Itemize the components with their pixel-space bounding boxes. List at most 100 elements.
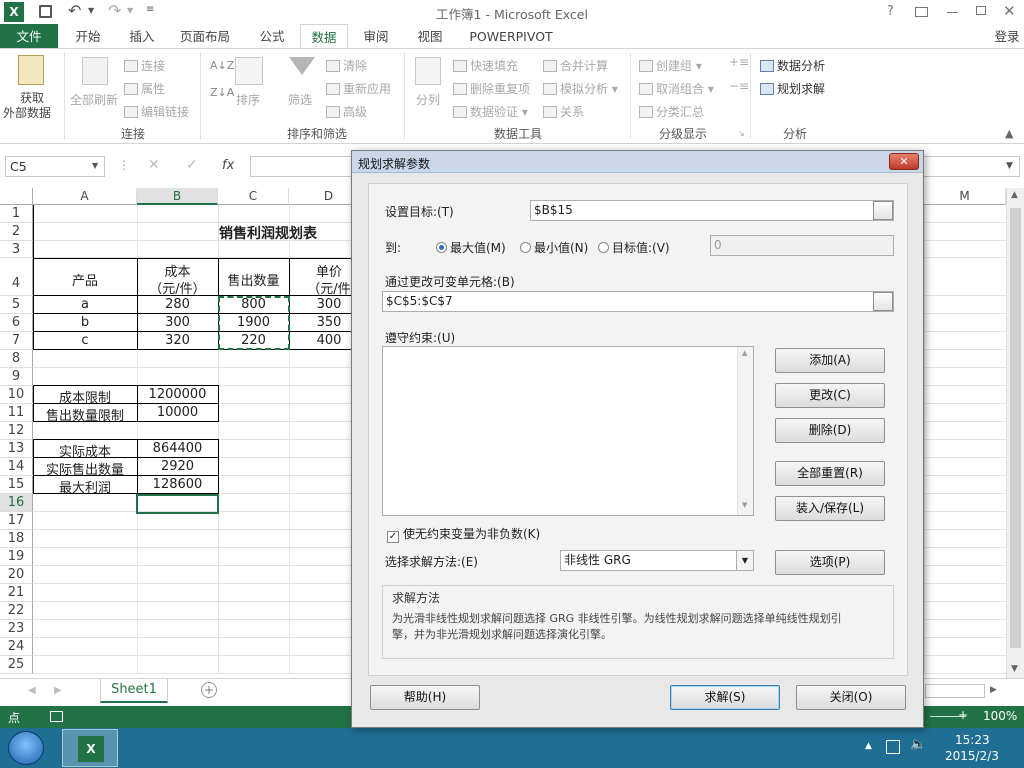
properties-button[interactable]: 属性 <box>124 80 165 97</box>
column-header-b[interactable]: B <box>137 188 218 205</box>
row-header-4[interactable]: 4 <box>0 258 33 296</box>
row-header-20[interactable]: 20 <box>0 566 33 584</box>
collapse-ribbon-icon[interactable]: ▲ <box>1005 127 1013 140</box>
selected-cell-b16[interactable] <box>136 494 219 514</box>
tab-view[interactable]: 视图 <box>408 24 452 49</box>
reset-all-button[interactable]: 全部重置(R) <box>775 461 885 486</box>
hscroll-right-icon[interactable]: ▶ <box>990 685 997 695</box>
row-header-19[interactable]: 19 <box>0 548 33 566</box>
refresh-all-button[interactable]: 全部刷新 <box>70 91 118 108</box>
sort-button[interactable]: 排序 <box>236 91 260 108</box>
product-b-name[interactable]: b <box>33 315 137 330</box>
row-header-23[interactable]: 23 <box>0 620 33 638</box>
constraints-list[interactable]: ▲ ▼ <box>382 346 754 516</box>
tab-home[interactable]: 开始 <box>66 24 110 49</box>
expand-formula-bar-icon[interactable]: ▼ <box>1006 161 1013 171</box>
row-header-3[interactable]: 3 <box>0 241 33 258</box>
tray-expand-icon[interactable]: ▲ <box>865 741 872 751</box>
solver-button[interactable]: 规划求解 <box>760 80 825 97</box>
column-header-a[interactable]: A <box>33 188 137 205</box>
data-validation-button[interactable]: 数据验证 ▾ <box>453 103 528 120</box>
text-to-columns-button[interactable]: 分列 <box>416 91 440 108</box>
name-box-dropdown-icon[interactable]: ▼ <box>92 161 98 170</box>
changing-cells-input[interactable]: $C$5:$C$7 <box>382 291 894 312</box>
filter-button[interactable]: 筛选 <box>288 91 312 108</box>
group-button[interactable]: 创建组 ▾ <box>639 57 702 74</box>
value-of-radio[interactable]: 目标值:(V) <box>598 239 670 256</box>
help-button[interactable]: 帮助(H) <box>370 685 480 710</box>
row-header-5[interactable]: 5 <box>0 296 33 314</box>
header-cost-unit[interactable]: （元/件） <box>137 278 218 297</box>
row-header-8[interactable]: 8 <box>0 350 33 368</box>
row-header-13[interactable]: 13 <box>0 440 33 458</box>
cancel-entry-icon[interactable]: ✕ <box>148 157 160 173</box>
changing-cells-ref-button[interactable] <box>873 292 893 311</box>
product-c-cost[interactable]: 320 <box>137 333 218 348</box>
solving-method-select[interactable]: 非线性 GRG <box>560 550 754 571</box>
column-header-m[interactable]: M <box>924 188 1006 205</box>
sort-asc-icon[interactable]: A↓Z <box>210 59 234 72</box>
row-header-6[interactable]: 6 <box>0 314 33 332</box>
remove-duplicates-button[interactable]: 删除重复项 <box>453 80 530 97</box>
get-external-data-button-line2[interactable]: 外部数据 <box>3 104 51 121</box>
row-header-21[interactable]: 21 <box>0 584 33 602</box>
actual-qty-value[interactable]: 2920 <box>137 459 218 474</box>
data-analysis-button[interactable]: 数据分析 <box>760 57 825 74</box>
row-header-17[interactable]: 17 <box>0 512 33 530</box>
close-window-button[interactable]: ✕ <box>1003 2 1016 20</box>
scroll-up-icon[interactable]: ▲ <box>1011 190 1018 200</box>
ungroup-button[interactable]: 取消组合 ▾ <box>639 80 714 97</box>
tab-page-layout[interactable]: 页面布局 <box>172 24 238 49</box>
connections-button[interactable]: 连接 <box>124 57 165 74</box>
clock-time[interactable]: 15:23 <box>955 733 990 747</box>
row-header-22[interactable]: 22 <box>0 602 33 620</box>
qty-limit-label[interactable]: 售出数量限制 <box>33 405 137 424</box>
max-profit-value[interactable]: 128600 <box>137 477 218 492</box>
hide-detail-icon[interactable]: −≡ <box>729 79 749 93</box>
consolidate-button[interactable]: 合并计算 <box>543 57 608 74</box>
add-button[interactable]: 添加(A) <box>775 348 885 373</box>
product-b-cost[interactable]: 300 <box>137 315 218 330</box>
tab-formulas[interactable]: 公式 <box>250 24 294 49</box>
sheet-title[interactable]: 销售利润规划表 <box>218 223 318 243</box>
close-button[interactable]: 关闭(O) <box>796 685 906 710</box>
sort-desc-icon[interactable]: Z↓A <box>210 86 234 99</box>
set-objective-ref-button[interactable] <box>873 201 893 220</box>
tab-review[interactable]: 审阅 <box>354 24 398 49</box>
help-button[interactable]: ? <box>887 4 894 19</box>
scroll-down-icon[interactable]: ▼ <box>1011 664 1018 674</box>
clear-button[interactable]: 清除 <box>326 57 367 74</box>
volume-icon[interactable]: 🔈 <box>910 737 926 752</box>
reapply-button[interactable]: 重新应用 <box>326 80 391 97</box>
start-button[interactable] <box>8 731 44 765</box>
tab-data[interactable]: 数据 <box>300 24 348 49</box>
load-save-button[interactable]: 装入/保存(L) <box>775 496 885 521</box>
max-radio[interactable]: 最大值(M) <box>436 239 506 256</box>
change-button[interactable]: 更改(C) <box>775 383 885 408</box>
vertical-scrollbar[interactable]: ▲ ▼ <box>1006 188 1024 678</box>
actual-qty-label[interactable]: 实际售出数量 <box>33 459 137 478</box>
outline-dialog-launcher-icon[interactable]: ↘ <box>738 129 745 138</box>
header-quantity[interactable]: 售出数量 <box>218 270 289 289</box>
zoom-in-icon[interactable]: + <box>958 708 968 722</box>
row-header-18[interactable]: 18 <box>0 530 33 548</box>
ribbon-display-icon[interactable] <box>915 7 928 17</box>
row-header-12[interactable]: 12 <box>0 422 33 440</box>
nonnegative-checkbox[interactable]: ✓ 使无约束变量为非负数(K) <box>387 525 540 543</box>
login-link[interactable]: 登录 <box>990 24 1024 49</box>
select-all-corner[interactable] <box>0 188 33 205</box>
value-of-input[interactable]: 0 <box>710 235 894 256</box>
zoom-level[interactable]: 100% <box>983 709 1017 723</box>
actual-cost-value[interactable]: 864400 <box>137 441 218 456</box>
minimize-button[interactable] <box>947 12 958 13</box>
row-header-24[interactable]: 24 <box>0 638 33 656</box>
row-header-15[interactable]: 15 <box>0 476 33 494</box>
edit-links-button[interactable]: 编辑链接 <box>124 103 189 120</box>
tab-powerpivot[interactable]: POWERPIVOT <box>464 24 558 49</box>
row-header-9[interactable]: 9 <box>0 368 33 386</box>
name-box[interactable]: C5 <box>5 156 105 177</box>
row-header-7[interactable]: 7 <box>0 332 33 350</box>
macro-record-icon[interactable] <box>50 711 63 722</box>
tab-insert[interactable]: 插入 <box>120 24 164 49</box>
taskbar-excel-app[interactable]: X <box>62 729 118 767</box>
